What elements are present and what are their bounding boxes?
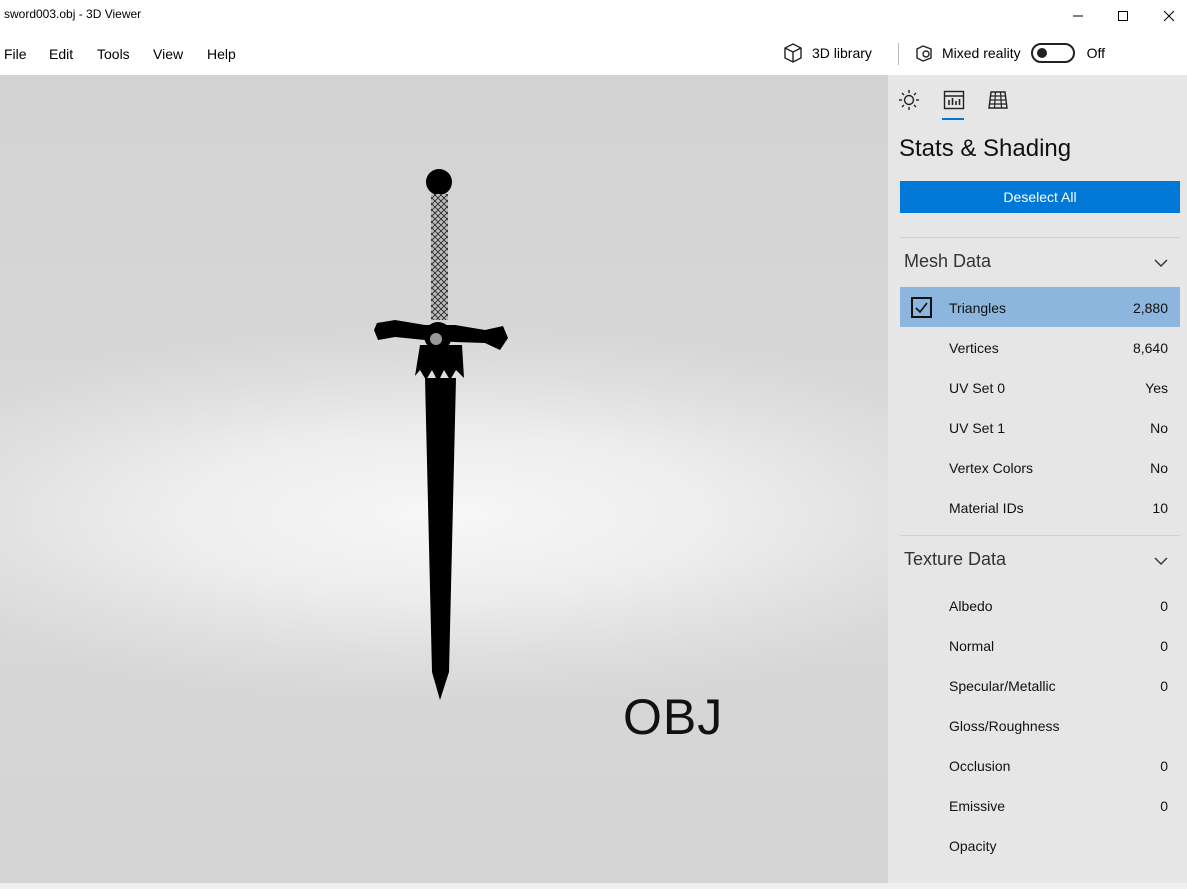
mesh-row-uv-set-1[interactable]: UV Set 1 No	[900, 407, 1180, 447]
texture-row-specular-metallic[interactable]: Specular/Metallic 0	[900, 665, 1180, 705]
mixed-reality-control[interactable]: Mixed reality Off	[914, 31, 1105, 75]
divider	[900, 237, 1180, 238]
sun-icon[interactable]	[897, 88, 921, 112]
menu-tools[interactable]: Tools	[97, 46, 130, 62]
row-label: Vertex Colors	[949, 460, 1034, 476]
maximize-icon	[1118, 10, 1128, 21]
row-label: Albedo	[949, 598, 993, 614]
close-button[interactable]	[1146, 0, 1187, 31]
maximize-button[interactable]	[1100, 0, 1146, 31]
row-label: Triangles	[949, 300, 1007, 316]
mixed-reality-toggle[interactable]	[1030, 43, 1075, 63]
mesh-row-triangles[interactable]: Triangles 2,880	[900, 287, 1180, 327]
row-value: 0	[1160, 758, 1168, 774]
menu-file[interactable]: File	[4, 46, 27, 62]
row-label: Gloss/Roughness	[949, 718, 1060, 734]
checkbox-checked[interactable]	[911, 297, 932, 318]
row-value: 0	[1160, 638, 1168, 654]
menu-view[interactable]: View	[153, 46, 183, 62]
window-title: sword003.obj - 3D Viewer	[4, 7, 142, 21]
texture-row-albedo[interactable]: Albedo 0	[900, 585, 1180, 625]
row-label: Specular/Metallic	[949, 678, 1056, 694]
bottom-edge	[0, 883, 1187, 889]
chevron-down-icon[interactable]	[1153, 255, 1169, 271]
mesh-data-header[interactable]: Mesh Data	[904, 251, 991, 272]
row-label: Material IDs	[949, 500, 1024, 516]
grid-icon[interactable]	[986, 88, 1010, 112]
toolbar-divider	[898, 43, 899, 65]
close-icon	[1163, 10, 1175, 21]
row-label: UV Set 0	[949, 380, 1006, 396]
panel-title: Stats & Shading	[899, 135, 1072, 162]
row-label: Vertices	[949, 340, 999, 356]
stats-shading-panel: Stats & Shading Deselect All Mesh Data T…	[888, 75, 1187, 883]
row-label: UV Set 1	[949, 420, 1006, 436]
checkmark-icon	[915, 302, 928, 314]
mesh-row-vertices[interactable]: Vertices 8,640	[900, 327, 1180, 367]
3d-library-button[interactable]: 3D library	[782, 31, 872, 75]
3d-library-label: 3D library	[812, 45, 872, 61]
menu-edit[interactable]: Edit	[49, 46, 73, 62]
row-value: 8,640	[1132, 340, 1168, 356]
mesh-row-material-ids[interactable]: Material IDs 10	[900, 487, 1180, 527]
texture-data-header[interactable]: Texture Data	[904, 549, 1006, 570]
row-label: Occlusion	[949, 758, 1011, 774]
texture-row-opacity[interactable]: Opacity	[900, 825, 1180, 865]
mixed-reality-label: Mixed reality	[942, 45, 1021, 61]
row-value: 10	[1152, 500, 1168, 516]
divider	[900, 535, 1180, 536]
mixed-reality-icon	[916, 45, 932, 62]
row-label: Emissive	[949, 798, 1006, 814]
row-label: Normal	[949, 638, 995, 654]
texture-row-emissive[interactable]: Emissive 0	[900, 785, 1180, 825]
row-value: No	[1150, 420, 1168, 436]
row-value: 0	[1160, 598, 1168, 614]
texture-row-normal[interactable]: Normal 0	[900, 625, 1180, 665]
texture-row-occlusion[interactable]: Occlusion 0	[900, 745, 1180, 785]
sword-model	[374, 169, 508, 700]
toggle-knob	[1036, 48, 1047, 58]
stats-icon[interactable]	[942, 88, 966, 112]
row-value: 0	[1160, 678, 1168, 694]
mesh-row-uv-set-0[interactable]: UV Set 0 Yes	[900, 367, 1180, 407]
row-value: 0	[1160, 798, 1168, 814]
active-tab-indicator	[942, 118, 964, 120]
cube-icon	[784, 43, 802, 63]
menu-help[interactable]: Help	[207, 46, 236, 62]
row-value: Yes	[1145, 380, 1168, 396]
toggle-state-label: Off	[1086, 45, 1106, 61]
texture-row-gloss-roughness[interactable]: Gloss/Roughness	[900, 705, 1180, 745]
title-bar: sword003.obj - 3D Viewer	[0, 0, 1187, 31]
3d-viewport[interactable]: OBJ	[0, 75, 888, 883]
minimize-icon	[1073, 15, 1083, 16]
row-value: 2,880	[1132, 300, 1168, 316]
mesh-row-vertex-colors[interactable]: Vertex Colors No	[900, 447, 1180, 487]
file-format-label: OBJ	[623, 689, 724, 745]
deselect-all-button[interactable]: Deselect All	[900, 181, 1180, 213]
chevron-down-icon[interactable]	[1153, 553, 1169, 569]
row-label: Opacity	[949, 838, 997, 854]
row-value: No	[1150, 460, 1168, 476]
minimize-button[interactable]	[1055, 0, 1101, 31]
